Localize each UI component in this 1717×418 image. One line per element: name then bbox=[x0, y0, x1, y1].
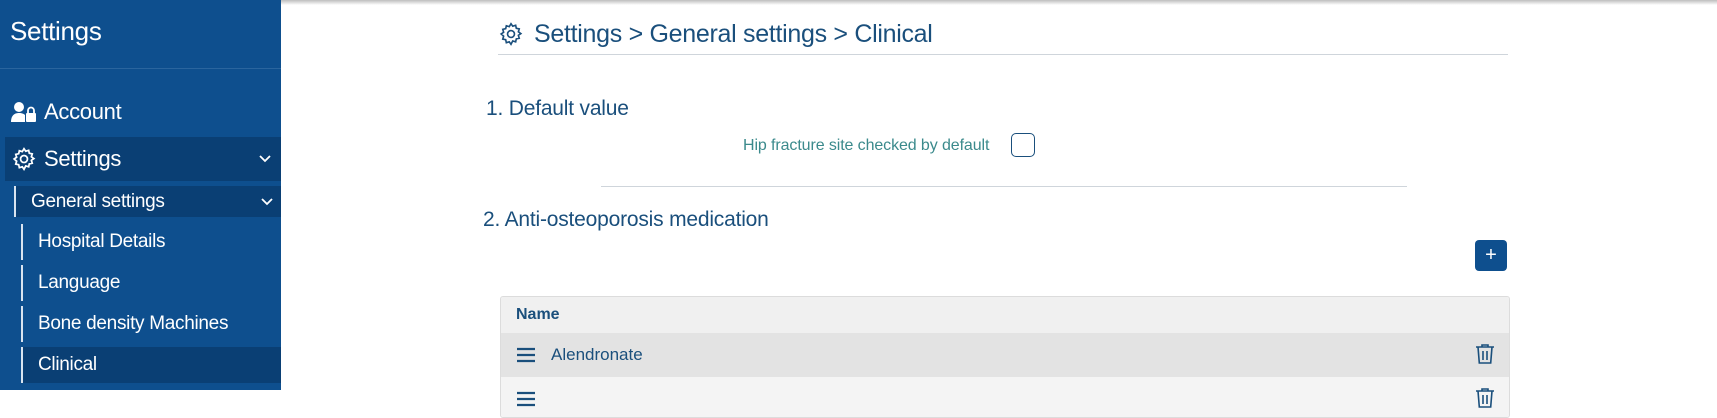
trash-icon[interactable] bbox=[1475, 387, 1495, 409]
page-title: Settings > General settings > Clinical bbox=[534, 19, 933, 48]
hip-fracture-checkbox[interactable] bbox=[1011, 133, 1035, 157]
gear-icon bbox=[10, 145, 38, 173]
sidebar-item-label: Language bbox=[38, 272, 121, 293]
table-header: Name bbox=[501, 297, 1509, 333]
sidebar-item-language[interactable]: Language bbox=[21, 265, 281, 301]
top-shadow bbox=[281, 0, 1717, 5]
sidebar-item-label: Bone density Machines bbox=[38, 313, 229, 334]
sidebar-item-settings-label: Settings bbox=[44, 146, 122, 171]
sidebar-item-settings[interactable]: Settings bbox=[5, 137, 281, 181]
table-row[interactable] bbox=[501, 377, 1509, 417]
drag-handle-icon[interactable] bbox=[516, 347, 536, 363]
medication-name: Alendronate bbox=[551, 345, 643, 364]
hip-fracture-checkbox-label: Hip fracture site checked by default bbox=[743, 137, 990, 154]
sidebar-item-general-label: General settings bbox=[31, 190, 165, 212]
chevron-down-icon bbox=[259, 150, 271, 168]
section-divider bbox=[601, 186, 1407, 187]
sidebar-item-clinical[interactable]: Clinical bbox=[21, 347, 281, 383]
section-title-medication: 2. Anti-osteoporosis medication bbox=[483, 208, 769, 231]
header-divider bbox=[498, 54, 1508, 55]
sidebar-item-account[interactable]: Account bbox=[0, 94, 281, 130]
sidebar-item-label: Clinical bbox=[38, 354, 97, 375]
column-header-name: Name bbox=[516, 306, 560, 323]
sidebar-title: Settings bbox=[10, 16, 102, 46]
chevron-down-icon bbox=[261, 193, 273, 211]
user-lock-icon bbox=[10, 98, 38, 126]
medication-table: Name Alendronate bbox=[500, 296, 1510, 418]
sidebar-item-account-label: Account bbox=[44, 99, 122, 124]
breadcrumb: Settings > General settings > Clinical bbox=[498, 14, 933, 54]
default-checkbox-row: Hip fracture site checked by default bbox=[743, 133, 989, 159]
sidebar-item-bone-density-machines[interactable]: Bone density Machines bbox=[21, 306, 281, 342]
sidebar: Settings Account Settings General settin… bbox=[0, 0, 281, 390]
sidebar-item-hospital-details[interactable]: Hospital Details bbox=[21, 224, 281, 260]
table-row[interactable]: Alendronate bbox=[501, 333, 1509, 377]
trash-icon[interactable] bbox=[1475, 343, 1495, 365]
gear-icon bbox=[498, 20, 526, 48]
sidebar-item-general-settings[interactable]: General settings bbox=[14, 186, 281, 217]
sidebar-item-label: Hospital Details bbox=[38, 231, 166, 252]
drag-handle-icon[interactable] bbox=[516, 391, 536, 407]
section-title-default-value: 1. Default value bbox=[486, 97, 629, 120]
add-medication-button[interactable]: + bbox=[1475, 240, 1507, 271]
sidebar-divider bbox=[0, 68, 281, 69]
